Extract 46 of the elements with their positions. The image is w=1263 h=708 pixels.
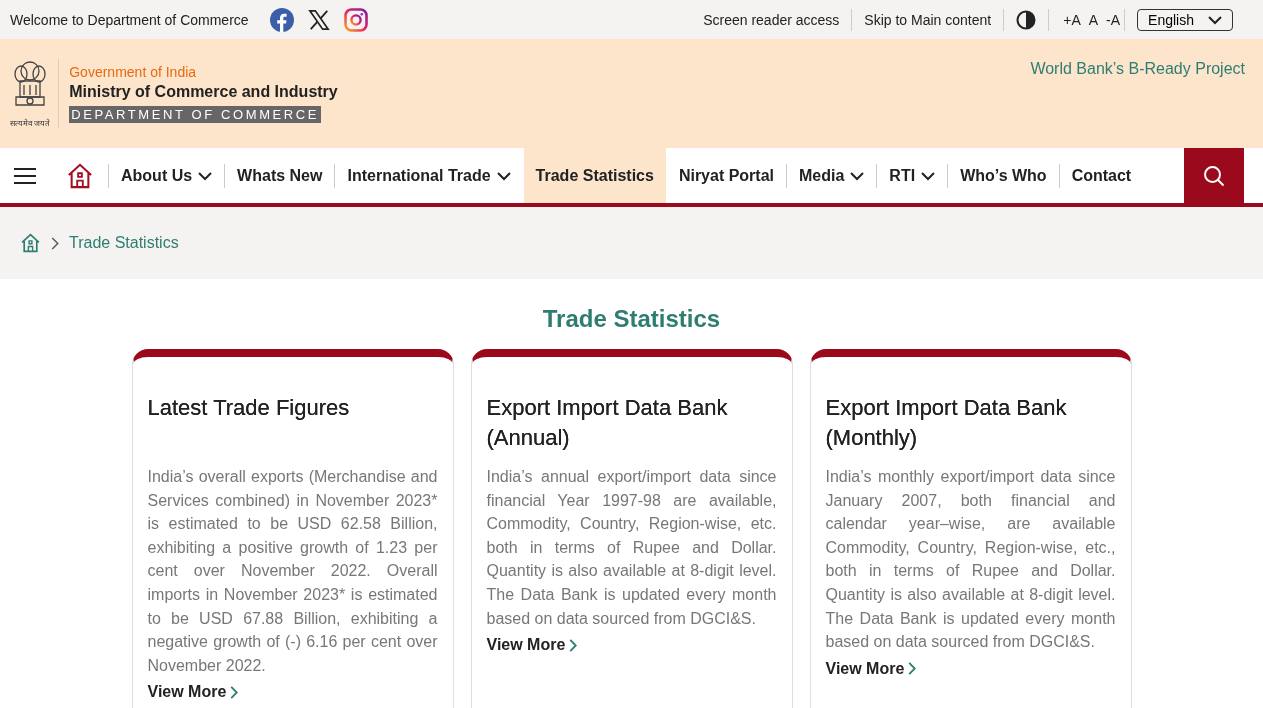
search-button[interactable] [1184,148,1244,203]
page-title: Trade Statistics [541,305,722,333]
nav-item[interactable]: Trade Statistics [523,148,666,203]
chevron-right-icon [908,662,917,676]
chevron-right-icon [230,685,239,699]
card-title: Export Import Data Bank (Monthly) [825,394,1068,452]
menu-icon[interactable] [14,166,36,185]
x-logo-icon[interactable] [307,8,330,31]
project-link[interactable]: World Bank’s B-Ready Project [1030,60,1245,148]
view-more-link[interactable]: View More [147,683,239,702]
nav-item[interactable]: Whats New [225,148,335,203]
emblem-motto: सत्यमेव जयते [10,118,51,128]
home-icon[interactable] [66,162,94,189]
view-more-link[interactable]: View More [486,636,578,655]
font-size-button[interactable]: A [1084,11,1103,28]
nav-item[interactable]: Contact [1059,148,1144,203]
chevron-right-icon [51,236,59,250]
nav-item[interactable]: Who’s Who [948,148,1059,203]
home-icon[interactable] [20,233,41,253]
card-text: India’s monthly export/import data since January 2007, both financial and calendar year–wise, are available Commodity, Country, Region-wise, etc., both in terms of Rupee and Dollar. Quantity is also available at 8-digit level. The Data Bank is updated every month based on data sourced from DGCI&S. [825,467,1116,653]
view-more-link[interactable]: View More [825,659,917,678]
nav-item[interactable]: About Us [109,148,225,203]
government-text: Government of India [69,64,198,80]
card-text: India’s overall exports (Merchandise and Services combined) in November 2023* is estimated to be USD 62.58 Billion, exhibiting a positive growth of 1.23 per cent over November 2022. Overall imports in November 2023* is estimated to be USD 67.88 Billion, exhibiting a negative growth of (-) 6.16 per cent over November 2022. [147,467,438,676]
font-size-button[interactable]: +A [1059,11,1085,28]
facebook-icon[interactable] [269,7,294,32]
welcome-text: Welcome to Department of Commerce [10,11,249,28]
search-icon [1203,164,1225,187]
nav-item[interactable]: Media [787,148,877,203]
breadcrumb-current: Trade Statistics [69,234,179,252]
department-name: DEPARTMENT OF COMMERCE [69,106,322,123]
nav-item[interactable]: Niryat Portal [666,148,786,203]
ministry-name: Ministry of Commerce and Industry [69,83,338,101]
top-link[interactable]: Screen reader access [691,11,852,28]
font-size-button[interactable]: -A [1102,11,1125,28]
chevron-down-icon [1208,14,1222,25]
nav-item[interactable]: International Trade [335,148,523,203]
card-text: India’s annual export/import data since financial Year 1997-98 are available, Commodity, Country, Region-wise, etc. both in terms of Rupee and Dollar. Quantity is also available at 8-digit level. The Data Bank is updated every month based on data sourced from DGCI&S. [486,467,777,629]
nav-item[interactable]: RTI [877,148,948,203]
chevron-right-icon [569,638,578,652]
contrast-icon[interactable] [1016,9,1037,30]
language-dropdown[interactable]: English [1137,8,1233,31]
top-link[interactable]: Skip to Main content [852,11,1004,28]
card-title: Export Import Data Bank (Annual) [486,394,729,452]
card-title: Latest Trade Figures [147,394,351,422]
instagram-icon[interactable] [343,7,368,32]
